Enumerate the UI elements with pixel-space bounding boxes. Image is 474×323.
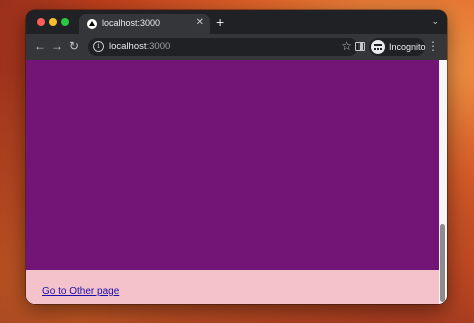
tab-title: localhost:3000 (102, 18, 161, 28)
incognito-profile-button[interactable]: Incognito (369, 38, 426, 56)
browser-window: localhost:3000 ✕ + ⌄ ← → ↻ i localhost:3… (26, 10, 447, 304)
browser-toolbar: ← → ↻ i localhost:3000 ☆ Incognito ⋮ (26, 34, 447, 60)
window-maximize-button[interactable] (61, 18, 69, 26)
site-info-icon[interactable]: i (93, 41, 104, 52)
new-tab-button[interactable]: + (216, 15, 224, 29)
reload-icon[interactable]: ↻ (69, 39, 79, 53)
address-bar[interactable]: i localhost:3000 ☆ (88, 38, 358, 56)
incognito-icon (371, 40, 385, 54)
url-host: localhost (109, 41, 147, 52)
bookmark-star-icon[interactable]: ☆ (341, 39, 352, 53)
vertical-scrollbar[interactable] (439, 60, 447, 304)
back-arrow-icon[interactable]: ← (34, 39, 46, 53)
forward-arrow-icon[interactable]: → (51, 39, 63, 53)
tab-strip: localhost:3000 ✕ + ⌄ (26, 10, 447, 34)
nextjs-favicon-icon (87, 19, 97, 29)
tab-close-icon[interactable]: ✕ (196, 17, 204, 29)
purple-section (26, 60, 439, 270)
window-minimize-button[interactable] (49, 18, 57, 26)
scrollbar-thumb[interactable] (440, 224, 445, 302)
pink-section: Go to Other page (26, 270, 439, 304)
tab-localhost[interactable]: localhost:3000 ✕ (79, 14, 210, 34)
incognito-label: Incognito (389, 42, 426, 52)
page-viewport: Go to Other page (26, 60, 447, 304)
window-close-button[interactable] (37, 18, 45, 26)
url-port: :3000 (146, 41, 171, 52)
more-menu-icon[interactable]: ⋮ (427, 39, 439, 53)
url-text[interactable]: localhost:3000 (109, 41, 170, 52)
side-panel-icon[interactable] (355, 42, 365, 51)
go-to-other-page-link[interactable]: Go to Other page (42, 286, 119, 297)
tab-search-icon[interactable]: ⌄ (431, 16, 439, 27)
